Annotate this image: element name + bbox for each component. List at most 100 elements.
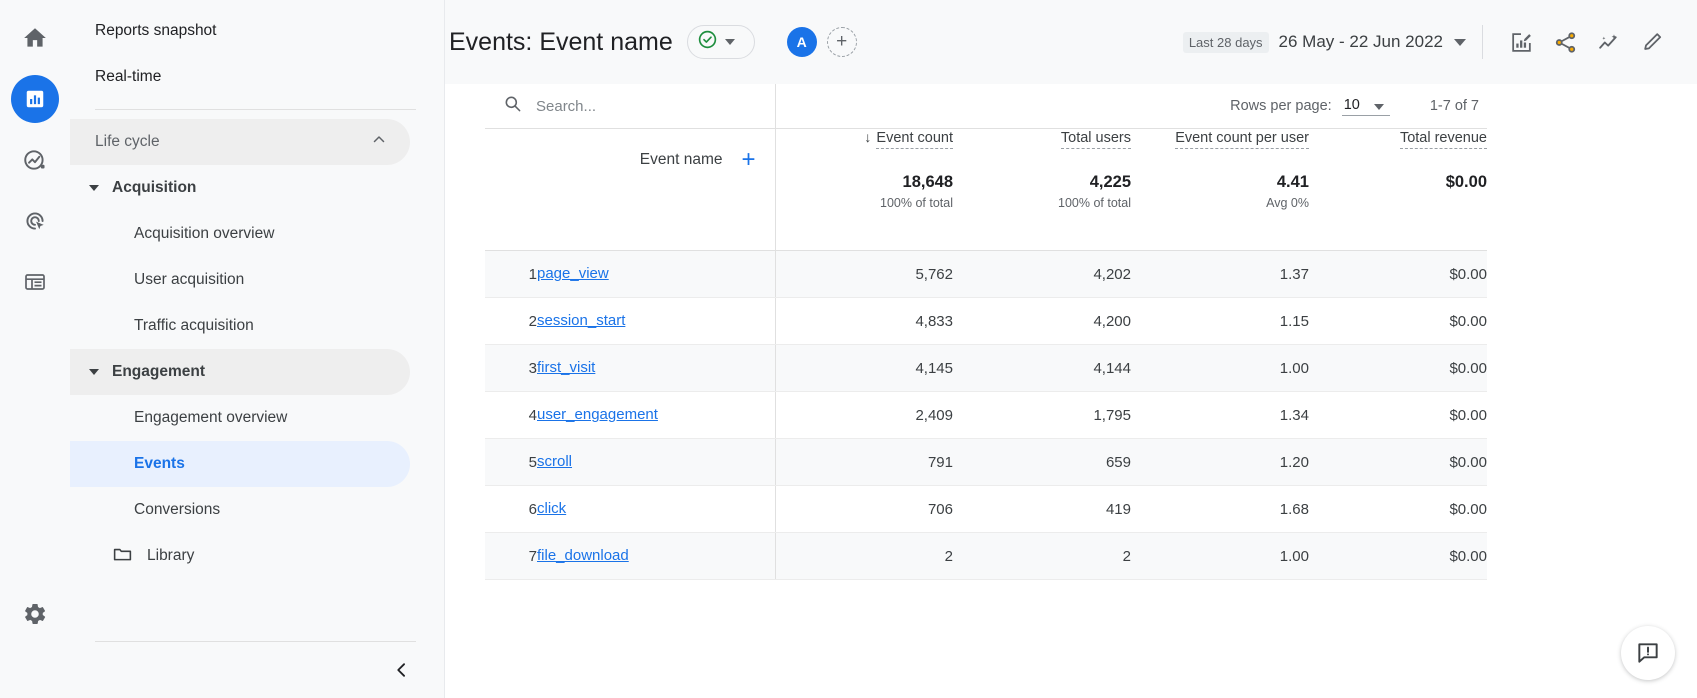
explore-icon[interactable] [11, 136, 59, 184]
metric-total-sub: 100% of total [880, 196, 953, 210]
sidebar-item-traffic-acquisition[interactable]: Traffic acquisition [70, 303, 410, 349]
event-name-link[interactable]: click [537, 500, 566, 517]
insights-icon[interactable] [1587, 20, 1631, 64]
rows-per-page-label: Rows per page: [1230, 98, 1332, 114]
sidebar-item-label: Reports snapshot [95, 22, 217, 39]
sidebar-section-label: Life cycle [95, 133, 160, 150]
row-event-name-cell[interactable]: scroll [537, 438, 775, 486]
row-index: 3 [485, 344, 537, 392]
cell-revenue: $0.00 [1309, 438, 1487, 486]
table-header-row: Event name + ↓ Event count 18,648 100% of… [485, 128, 1487, 251]
cell-event-count: 5,762 [774, 250, 953, 298]
metric-header-event-count-per-user: Event count per user 4.41 Avg 0% [1131, 129, 1309, 251]
row-event-name-cell[interactable]: page_view [537, 250, 775, 298]
sidebar-item-user-acquisition[interactable]: User acquisition [70, 257, 410, 303]
add-dimension-button[interactable]: + [723, 148, 775, 172]
search-cell: Search... [485, 84, 775, 129]
sidebar-item-real-time[interactable]: Real-time [70, 54, 410, 100]
column-header-label[interactable]: Event count per user [1175, 130, 1309, 149]
sidebar-section-life-cycle[interactable]: Life cycle [70, 119, 410, 165]
reports-icon[interactable] [11, 75, 59, 123]
event-name-link[interactable]: first_visit [537, 359, 595, 376]
row-event-name-cell[interactable]: user_engagement [537, 391, 775, 439]
chevron-up-icon [370, 131, 388, 154]
row-index: 6 [485, 485, 537, 533]
event-name-link[interactable]: file_download [537, 547, 629, 564]
cell-event-count: 706 [774, 485, 953, 533]
caret-down-icon [89, 369, 99, 375]
edit-comparison-icon[interactable] [1499, 20, 1543, 64]
pagination-cell: Rows per page: 10 1-7 of 7 [774, 84, 1487, 129]
event-name-link[interactable]: scroll [537, 453, 572, 470]
caret-down-icon [89, 185, 99, 191]
sidebar-group-label: Acquisition [112, 179, 197, 196]
row-event-name-cell[interactable]: file_download [537, 532, 775, 580]
configure-icon[interactable] [11, 258, 59, 306]
metric-total: $0.00 [1445, 173, 1487, 191]
admin-gear-icon[interactable] [11, 590, 59, 638]
search-input[interactable]: Search... [536, 98, 596, 115]
cell-per-user: 1.37 [1131, 250, 1309, 298]
table-row[interactable]: 5 scroll 791 659 1.20 $0.00 [485, 438, 1487, 486]
sidebar-item-events[interactable]: Events [70, 441, 410, 487]
home-icon[interactable] [11, 14, 59, 62]
send-feedback-button[interactable] [1621, 626, 1675, 680]
sidebar-group-engagement[interactable]: Engagement [70, 349, 410, 395]
cell-event-count: 2 [774, 532, 953, 580]
rows-per-page-value: 10 [1343, 96, 1360, 113]
cell-total-users: 4,144 [953, 344, 1131, 392]
cell-per-user: 1.00 [1131, 532, 1309, 580]
row-index: 1 [485, 250, 537, 298]
row-event-name-cell[interactable]: first_visit [537, 344, 775, 392]
date-range-value[interactable]: 26 May - 22 Jun 2022 [1279, 32, 1443, 52]
rows-per-page-select[interactable]: 10 [1341, 96, 1390, 116]
sidebar-item-engagement-overview[interactable]: Engagement overview [70, 395, 410, 441]
chevron-down-icon[interactable] [1454, 38, 1466, 46]
table-row[interactable]: 6 click 706 419 1.68 $0.00 [485, 485, 1487, 533]
metric-header-total-revenue: Total revenue $0.00 [1309, 129, 1487, 251]
event-name-link[interactable]: session_start [537, 312, 625, 329]
table-row[interactable]: 2 session_start 4,833 4,200 1.15 $0.00 [485, 297, 1487, 345]
sidebar-item-acquisition-overview[interactable]: Acquisition overview [70, 211, 410, 257]
event-name-link[interactable]: user_engagement [537, 406, 658, 423]
row-index: 7 [485, 532, 537, 580]
event-name-link[interactable]: page_view [537, 265, 609, 282]
page-title: Events: Event name [449, 27, 673, 56]
cell-total-users: 2 [953, 532, 1131, 580]
row-event-name-cell[interactable]: session_start [537, 297, 775, 345]
metric-total-sub [1309, 192, 1487, 196]
cell-revenue: $0.00 [1309, 532, 1487, 580]
cell-revenue: $0.00 [1309, 344, 1487, 392]
sidebar-item-reports-snapshot[interactable]: Reports snapshot [70, 8, 410, 54]
table-row[interactable]: 3 first_visit 4,145 4,144 1.00 $0.00 [485, 344, 1487, 392]
avatar[interactable]: A [786, 27, 817, 57]
cell-total-users: 1,795 [953, 391, 1131, 439]
sidebar-item-library[interactable]: Library [70, 533, 410, 579]
row-index: 5 [485, 438, 537, 486]
table-row[interactable]: 1 page_view 5,762 4,202 1.37 $0.00 [485, 250, 1487, 298]
customize-report-icon[interactable] [1631, 20, 1675, 64]
sidebar-group-acquisition[interactable]: Acquisition [70, 165, 410, 211]
sidebar-item-label: Traffic acquisition [134, 317, 254, 334]
table-controls-row: Search... Rows per page: 10 1-7 of 7 [485, 84, 1487, 129]
column-header-label[interactable]: Total revenue [1399, 130, 1487, 149]
share-icon[interactable] [1543, 20, 1587, 64]
sidebar-divider [95, 109, 416, 110]
cell-revenue: $0.00 [1309, 297, 1487, 345]
column-header-event-name[interactable]: Event name [640, 151, 723, 169]
table-row[interactable]: 7 file_download 2 2 1.00 $0.00 [485, 532, 1487, 580]
sort-descending-icon[interactable]: ↓ [864, 129, 871, 145]
dimension-status-chip[interactable] [686, 25, 755, 59]
column-header-label[interactable]: Event count [876, 130, 953, 149]
sidebar-bottom-divider [95, 641, 416, 642]
column-header-label[interactable]: Total users [1060, 130, 1131, 149]
chevron-down-icon [1373, 103, 1384, 110]
row-event-name-cell[interactable]: click [537, 485, 775, 533]
cell-total-users: 419 [953, 485, 1131, 533]
table-row[interactable]: 4 user_engagement 2,409 1,795 1.34 $0.00 [485, 391, 1487, 439]
add-comparison-button[interactable]: + [826, 27, 857, 57]
collapse-sidebar-button[interactable] [382, 650, 422, 690]
sidebar-item-label: Real-time [95, 68, 162, 85]
advertising-icon[interactable] [11, 197, 59, 245]
sidebar-item-conversions[interactable]: Conversions [70, 487, 410, 533]
